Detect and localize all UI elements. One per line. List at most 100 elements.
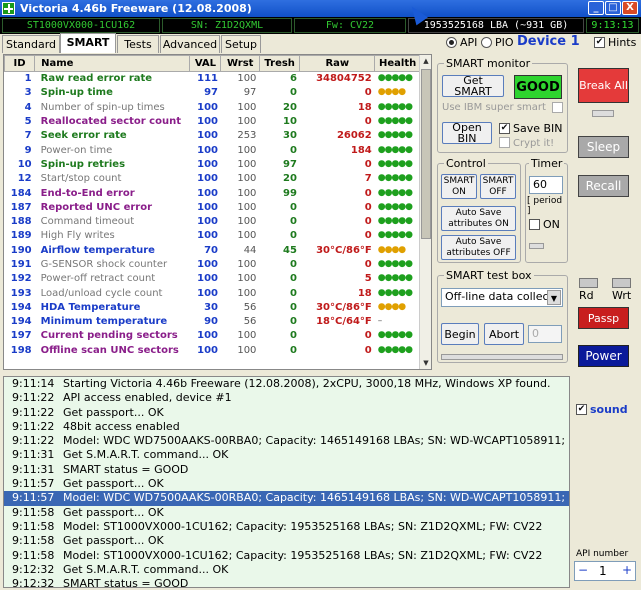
log-line[interactable]: 9:11:31 Get S.M.A.R.T. command... OK bbox=[4, 448, 569, 463]
col-id[interactable]: ID bbox=[4, 55, 36, 72]
log-line[interactable]: 9:11:14 Starting Victoria 4.46b Freeware … bbox=[4, 377, 569, 392]
tab-standard[interactable]: Standard bbox=[2, 35, 60, 53]
table-row[interactable]: 191 G-SENSOR shock counter 100 100 0 0 ●●●●● bbox=[5, 257, 421, 271]
api-number-label: API number bbox=[576, 549, 629, 559]
cell-name: Minimum temperature bbox=[40, 316, 168, 328]
tab-advanced[interactable]: Advanced bbox=[160, 35, 220, 53]
timer-on-checkbox[interactable]: ON bbox=[529, 218, 560, 231]
recall-button[interactable]: Recall bbox=[578, 175, 629, 197]
table-row[interactable]: 10 Spin-up retries 100 100 97 0 ●●●●● bbox=[5, 157, 421, 171]
test-number-input[interactable]: 0 bbox=[528, 325, 562, 343]
ibm-super-smart-checkbox[interactable] bbox=[552, 102, 563, 113]
table-row[interactable]: 194 Minimum temperature 90 56 0 18°C/64°F – bbox=[5, 315, 421, 329]
col-raw[interactable]: Raw bbox=[299, 55, 376, 72]
begin-button[interactable]: Begin bbox=[441, 323, 479, 345]
log-line[interactable]: 9:12:32 SMART status = GOOD bbox=[4, 577, 569, 587]
col-health[interactable]: Health bbox=[374, 55, 421, 72]
table-row[interactable]: 5 Reallocated sector count 100 100 10 0 ●●●●● bbox=[5, 114, 421, 128]
chevron-down-icon[interactable]: ▼ bbox=[547, 290, 561, 305]
autosave-off-button[interactable]: Auto Save attributes OFF bbox=[441, 235, 516, 260]
get-smart-button[interactable]: Get SMART bbox=[442, 75, 504, 97]
maximize-button[interactable]: □ bbox=[605, 1, 621, 15]
cell-name: End-to-End error bbox=[40, 187, 135, 199]
table-row[interactable]: 184 End-to-End error 100 100 99 0 ●●●●● bbox=[5, 186, 421, 200]
col-val[interactable]: VAL bbox=[189, 55, 222, 72]
scroll-up-icon[interactable]: ▲ bbox=[421, 55, 431, 67]
scroll-thumb[interactable] bbox=[421, 69, 431, 239]
table-row[interactable]: 1 Raw read error rate 111 100 6 34804752 ●●●●● bbox=[5, 72, 421, 86]
table-row[interactable]: 7 Seek error rate 100 253 30 26062 ●●●●● bbox=[5, 129, 421, 143]
log-line[interactable]: 9:11:22 Model: WDC WD7500AAKS-00RBA0; Cap… bbox=[4, 434, 569, 449]
model-display: ST1000VX000-1CU162 bbox=[2, 18, 160, 33]
cell-id: 4 bbox=[24, 101, 32, 113]
table-row[interactable]: 192 Power-off retract count 100 100 0 5 ●●●●● bbox=[5, 272, 421, 286]
log-line[interactable]: 9:11:58 Get passport... OK bbox=[4, 505, 569, 520]
log-line[interactable]: 9:11:58 Model: ST1000VX000-1CU162; Capaci… bbox=[4, 519, 569, 535]
test-type-select[interactable]: Off-line data collect ▼ bbox=[441, 288, 563, 307]
cell-wrst: 100 bbox=[237, 273, 257, 285]
table-row[interactable]: 193 Load/unload cycle count 100 100 0 18 ●●●●● bbox=[5, 286, 421, 300]
abort-button[interactable]: Abort bbox=[484, 323, 524, 345]
crypt-checkbox[interactable]: Crypt it! bbox=[499, 137, 554, 149]
power-button[interactable]: Power bbox=[578, 345, 629, 367]
log-line[interactable]: 9:11:22 48bit access enabled bbox=[4, 419, 569, 435]
table-row[interactable]: 198 Offline scan UNC sectors 100 100 0 0 ●●●●● bbox=[5, 343, 421, 357]
table-scrollbar[interactable]: ▲ ▼ bbox=[419, 55, 431, 369]
table-row[interactable]: 188 Command timeout 100 100 0 0 ●●●●● bbox=[5, 214, 421, 228]
col-name[interactable]: Name bbox=[34, 55, 191, 72]
save-bin-checkbox[interactable]: Save BIN bbox=[499, 122, 563, 135]
hints-checkbox[interactable]: Hints bbox=[594, 36, 636, 49]
log-line[interactable]: 9:11:57 Get passport... OK bbox=[4, 477, 569, 492]
log-line[interactable]: 9:12:32 Get S.M.A.R.T. command... OK bbox=[4, 562, 569, 578]
api-number-spinner[interactable]: − 1 + bbox=[574, 561, 636, 581]
sleep-button[interactable]: Sleep bbox=[578, 136, 629, 158]
log-line[interactable]: 9:11:31 SMART status = GOOD bbox=[4, 462, 569, 478]
sound-checkbox[interactable]: sound bbox=[576, 403, 628, 416]
log-line[interactable]: 9:11:57 Model: WDC WD7500AAKS-00RBA0; Cap… bbox=[4, 491, 569, 506]
log-message: Get S.M.A.R.T. command... OK bbox=[63, 448, 229, 462]
col-tresh[interactable]: Tresh bbox=[258, 55, 301, 72]
log-panel[interactable]: 9:11:14 Starting Victoria 4.46b Freeware … bbox=[3, 376, 570, 588]
tab-setup[interactable]: Setup bbox=[221, 35, 261, 53]
api-radio-dot bbox=[446, 37, 457, 48]
close-button[interactable]: X bbox=[622, 1, 638, 15]
log-line[interactable]: 9:11:58 Model: ST1000VX000-1CU162; Capaci… bbox=[4, 548, 569, 563]
timer-period-input[interactable]: 60 bbox=[529, 176, 563, 194]
table-row[interactable]: 194 HDA Temperature 30 56 0 30°C/86°F ●●●● bbox=[5, 300, 421, 314]
cell-val: 90 bbox=[204, 316, 218, 328]
minimize-button[interactable]: _ bbox=[588, 1, 604, 15]
passp-button[interactable]: Passp bbox=[578, 307, 629, 329]
cell-id: 194 bbox=[10, 301, 32, 313]
cell-id: 198 bbox=[10, 344, 32, 356]
cell-id: 9 bbox=[24, 144, 32, 156]
table-row[interactable]: 197 Current pending sectors 100 100 0 0 ●●●●● bbox=[5, 329, 421, 343]
smart-on-button[interactable]: SMART ON bbox=[441, 174, 477, 199]
col-wrst[interactable]: Wrst bbox=[220, 55, 260, 72]
log-message: Get passport... OK bbox=[63, 405, 164, 419]
table-row[interactable]: 187 Reported UNC error 100 100 0 0 ●●●●● bbox=[5, 200, 421, 214]
plus-icon[interactable]: + bbox=[621, 563, 633, 577]
smart-off-button[interactable]: SMART OFF bbox=[480, 174, 516, 199]
cell-id: 184 bbox=[10, 187, 32, 199]
cell-id: 197 bbox=[10, 330, 32, 342]
open-bin-button[interactable]: Open BIN bbox=[442, 122, 492, 144]
api-radio[interactable]: API bbox=[446, 36, 477, 49]
table-row[interactable]: 4 Number of spin-up times 100 100 20 18 ●●●●● bbox=[5, 100, 421, 114]
pio-radio[interactable]: PIO bbox=[481, 36, 514, 49]
minus-icon[interactable]: − bbox=[577, 563, 589, 577]
break-all-button[interactable]: Break All bbox=[578, 68, 629, 103]
tab-tests[interactable]: Tests bbox=[117, 35, 159, 53]
tab-smart[interactable]: SMART bbox=[60, 33, 116, 53]
table-row[interactable]: 190 Airflow temperature 70 44 45 30°C/86°F ●●●… bbox=[5, 243, 421, 257]
table-row[interactable]: 3 Spin-up time 97 97 0 0 ●●●● bbox=[5, 86, 421, 100]
scroll-down-icon[interactable]: ▼ bbox=[421, 357, 431, 369]
log-line[interactable]: 9:11:22 Get passport... OK bbox=[4, 405, 569, 420]
log-line[interactable]: 9:11:58 Get passport... OK bbox=[4, 534, 569, 549]
table-row[interactable]: 189 High Fly writes 100 100 0 0 ●●●●● bbox=[5, 229, 421, 243]
firmware-display: Fw: CV22 bbox=[294, 18, 406, 33]
autosave-on-button[interactable]: Auto Save attributes ON bbox=[441, 206, 516, 231]
cell-health: ●●●●● bbox=[377, 187, 413, 198]
table-row[interactable]: 9 Power-on time 100 100 0 184 ●●●●● bbox=[5, 143, 421, 157]
log-line[interactable]: 9:11:22 API access enabled, device #1 bbox=[4, 391, 569, 406]
table-row[interactable]: 12 Start/stop count 100 100 20 7 ●●●●● bbox=[5, 172, 421, 186]
